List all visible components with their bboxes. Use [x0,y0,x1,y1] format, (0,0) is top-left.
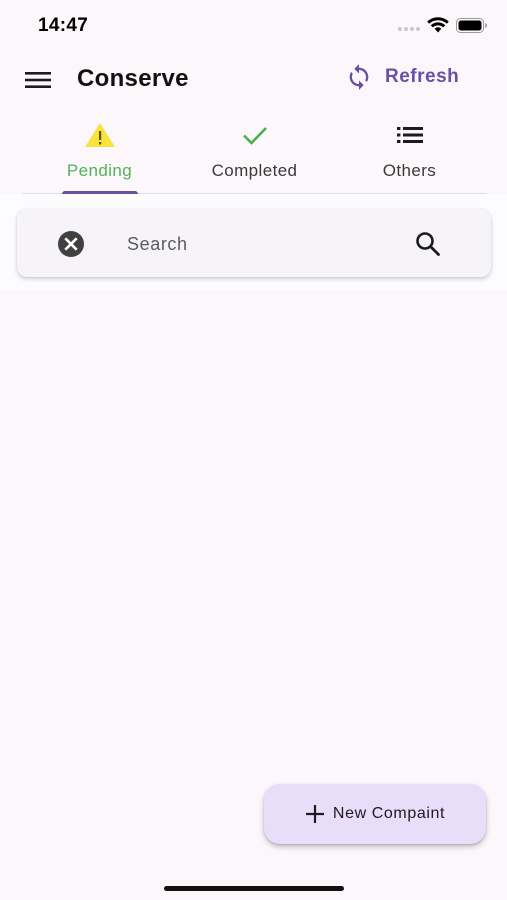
refresh-label: Refresh [385,66,460,87]
new-complaint-button[interactable]: New Compaint [264,784,486,844]
refresh-icon [349,64,369,90]
search-area [0,194,507,290]
status-bar: 14:47 [0,0,507,50]
battery-icon [456,18,487,33]
status-time: 14:47 [38,15,89,36]
page-title: Conserve [77,65,189,92]
wifi-icon [427,17,449,33]
tab-label-pending: Pending [66,161,133,180]
list-icon [396,127,423,143]
check-icon [242,127,267,145]
tab-label-others: Others [382,161,437,180]
new-complaint-label: New Compaint [332,805,446,822]
search-bar [17,209,491,277]
search-icon[interactable] [414,230,442,258]
tab-others[interactable]: Others [332,112,487,193]
warning-icon [84,123,115,147]
app-bar: Conserve Refresh [0,52,507,108]
home-indicator [164,886,344,891]
tab-bar: Pending Completed Others [22,112,487,194]
clear-circle-icon[interactable] [57,230,85,258]
menu-icon[interactable] [24,68,52,92]
tab-label-completed: Completed [211,161,298,180]
tab-pending[interactable]: Pending [22,112,177,194]
search-input[interactable] [125,227,399,261]
refresh-button[interactable]: Refresh [345,62,459,92]
plus-icon [305,805,324,823]
tab-completed[interactable]: Completed [177,112,332,193]
cellular-signal-icon [398,27,420,31]
